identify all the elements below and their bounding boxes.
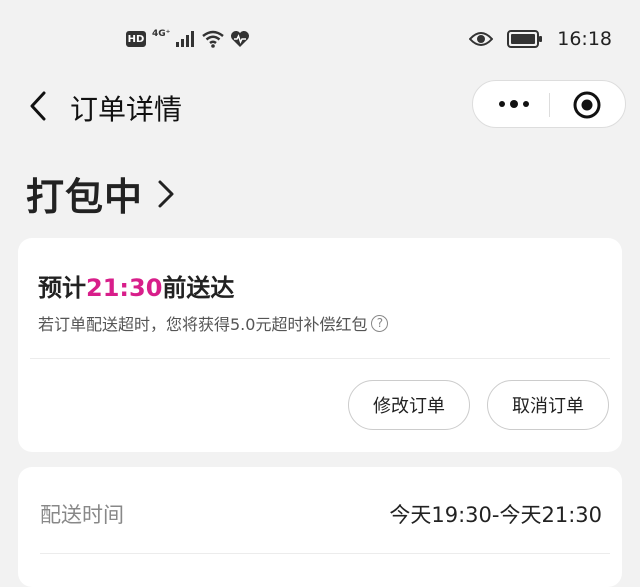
- network-type: 4G⁺: [152, 29, 171, 39]
- row-divider: [40, 553, 610, 554]
- wifi-icon: [202, 30, 225, 48]
- status-left: HD 4G⁺: [126, 29, 250, 48]
- eta-suffix: 前送达: [162, 274, 235, 302]
- more-dot-icon: [499, 101, 505, 107]
- eta-line: 预计21:30前送达: [38, 268, 234, 303]
- help-icon[interactable]: ?: [371, 314, 389, 332]
- chevron-left-icon: [30, 91, 46, 121]
- target-circle-icon: [573, 91, 601, 119]
- signal-icon: [176, 31, 195, 47]
- order-status-header[interactable]: 打包中: [26, 166, 175, 221]
- nav-bar: 订单详情: [0, 80, 640, 142]
- status-bar: HD 4G⁺ 16:18: [0, 0, 640, 80]
- compensation-text: 若订单配送超时，您将获得5.0元超时补偿红包: [38, 315, 368, 334]
- chevron-right-icon: [158, 180, 174, 207]
- order-status-title: 打包中: [26, 175, 144, 219]
- clock-time: 16:18: [557, 28, 612, 50]
- more-dot-icon: [523, 101, 529, 107]
- more-dot-icon: [510, 100, 518, 108]
- back-button[interactable]: [18, 86, 58, 126]
- cancel-order-button[interactable]: 取消订单: [487, 380, 609, 430]
- card-divider: [30, 358, 610, 359]
- eye-icon: [469, 32, 494, 46]
- status-right: 16:18: [469, 28, 612, 50]
- heart-icon: [231, 31, 250, 47]
- compensation-note: 若订单配送超时，您将获得5.0元超时补偿红包 ?: [38, 311, 389, 335]
- delivery-info-card: 配送时间 今天19:30-今天21:30: [18, 467, 622, 587]
- eta-prefix: 预计: [38, 274, 86, 302]
- more-button[interactable]: [489, 85, 539, 123]
- order-status-card: 预计21:30前送达 若订单配送超时，您将获得5.0元超时补偿红包 ? 修改订单…: [18, 238, 622, 452]
- page-title: 订单详情: [70, 93, 183, 126]
- miniapp-capsule: [472, 80, 626, 128]
- hd-badge: HD: [126, 31, 146, 47]
- modify-order-button[interactable]: 修改订单: [348, 380, 470, 430]
- battery-icon: [507, 30, 543, 48]
- capsule-divider: [549, 93, 550, 117]
- eta-time: 21:30: [86, 274, 163, 302]
- delivery-time-value: 今天19:30-今天21:30: [389, 503, 602, 527]
- delivery-time-label: 配送时间: [40, 503, 124, 527]
- close-miniapp-button[interactable]: [571, 89, 603, 121]
